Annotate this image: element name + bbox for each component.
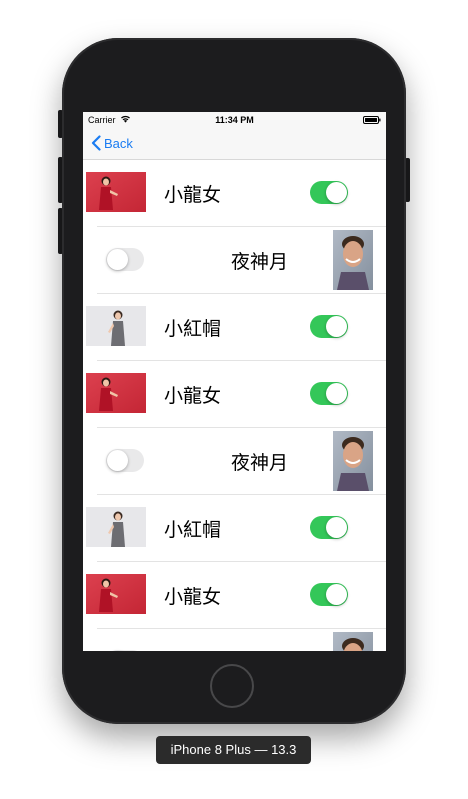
avatar (333, 632, 373, 651)
avatar (86, 172, 146, 212)
row-toggle-switch[interactable] (106, 650, 144, 651)
row-name-label: 小紅帽 (164, 319, 222, 340)
row-toggle-switch[interactable] (310, 382, 348, 405)
table-row[interactable]: 夜神月 (83, 227, 386, 294)
avatar (86, 373, 146, 413)
status-bar: Carrier 11:34 PM (83, 112, 386, 128)
row-name-label: 小紅帽 (164, 520, 222, 541)
back-button[interactable]: Back (91, 133, 133, 153)
contact-table: 小龍女夜神月小紅帽小龍女夜神月小紅帽小龍女夜神月 (83, 160, 386, 651)
toggle-knob (107, 450, 128, 471)
home-button[interactable] (210, 664, 254, 708)
toggle-knob (326, 517, 347, 538)
avatar (86, 507, 146, 547)
toggle-knob (326, 182, 347, 203)
simulator-stage: Carrier 11:34 PM Back 小龍女 夜神月 小紅帽 小龍女 夜神月 小紅帽 (0, 0, 468, 799)
toggle-knob (326, 316, 347, 337)
row-toggle-switch[interactable] (106, 449, 144, 472)
row-name-label: 小龍女 (164, 386, 222, 407)
status-time: 11:34 PM (215, 115, 254, 125)
table-row[interactable]: 夜神月 (83, 428, 386, 495)
navigation-bar: Back (83, 128, 386, 160)
row-name-label: 夜神月 (231, 453, 289, 474)
avatar (333, 230, 373, 290)
row-toggle-switch[interactable] (310, 583, 348, 606)
row-toggle-switch[interactable] (310, 181, 348, 204)
table-row[interactable]: 夜神月 (83, 629, 386, 651)
row-toggle-switch[interactable] (310, 315, 348, 338)
row-name-label: 夜神月 (231, 649, 288, 651)
toggle-knob (326, 584, 347, 605)
row-name-label: 夜神月 (231, 252, 289, 273)
avatar (86, 306, 146, 346)
chevron-left-icon (91, 135, 101, 151)
table-row[interactable]: 小龍女 (83, 562, 386, 629)
battery-icon (363, 116, 381, 124)
toggle-knob (326, 383, 347, 404)
device-screen: Carrier 11:34 PM Back 小龍女 夜神月 小紅帽 小龍女 夜神月 小紅帽 (83, 112, 386, 651)
avatar (333, 431, 373, 491)
row-toggle-switch[interactable] (106, 248, 144, 271)
table-row[interactable]: 小紅帽 (83, 495, 386, 562)
row-name-label: 小龍女 (164, 587, 222, 608)
back-label: Back (104, 135, 133, 151)
table-row[interactable]: 小龍女 (83, 361, 386, 428)
table-row[interactable]: 小龍女 (83, 160, 386, 227)
device-label: iPhone 8 Plus — 13.3 (156, 736, 311, 764)
avatar (86, 574, 146, 614)
row-name-label: 小龍女 (164, 185, 222, 206)
table-row[interactable]: 小紅帽 (83, 294, 386, 361)
row-toggle-switch[interactable] (310, 516, 348, 539)
toggle-knob (107, 249, 128, 270)
